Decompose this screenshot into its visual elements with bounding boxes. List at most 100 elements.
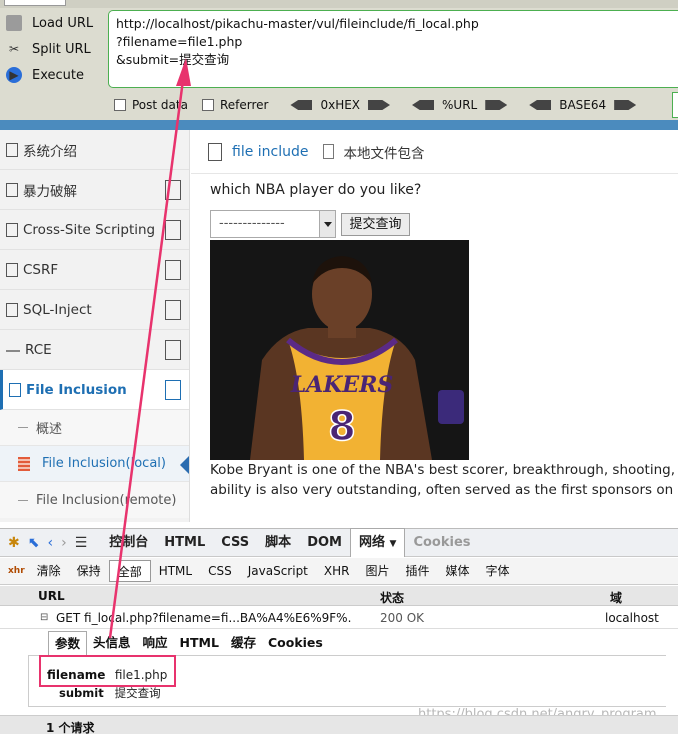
dash-icon <box>6 347 20 354</box>
param-row: submit 提交查询 <box>47 685 161 701</box>
url-decode-arrow-icon[interactable] <box>412 100 435 110</box>
filter-plugins[interactable]: 插件 <box>398 560 438 582</box>
subtab-cache[interactable]: 缓存 <box>225 631 262 655</box>
subtab-params[interactable]: 参数 <box>48 631 88 655</box>
hackbar-options: Post data Referrer 0xHEX %URL BASE64 <box>114 95 644 115</box>
firebug-toolbar: ✱ ⬉ ‹ › ☰ 控制台 HTML CSS 脚本 DOM 网络 ▼ Cooki… <box>0 528 678 557</box>
hackbar-select[interactable] <box>4 0 66 6</box>
document-icon <box>6 302 18 317</box>
sidebar-subitem-label: File Inclusion(local) <box>42 456 166 471</box>
split-url-button[interactable]: ✂ Split URL <box>6 36 106 62</box>
chevron-down-icon[interactable]: ▼ <box>390 539 397 549</box>
base64-encode-arrow-icon[interactable] <box>614 100 637 110</box>
sidebar-item-sqli[interactable]: SQL-Inject <box>0 290 189 330</box>
document-icon <box>6 222 18 237</box>
sidebar-item-file-inclusion[interactable]: File Inclusion <box>0 370 189 410</box>
tab-network[interactable]: 网络 ▼ <box>349 528 406 557</box>
sidebar-item-intro[interactable]: 系统介绍 <box>0 130 189 170</box>
post-data-label: Post data <box>132 98 188 112</box>
file-badge-icon <box>165 260 181 280</box>
filter-images[interactable]: 图片 <box>357 560 397 582</box>
question-label: which NBA player do you like? <box>210 182 422 198</box>
filter-all[interactable]: 全部 <box>108 560 151 582</box>
back-icon[interactable]: ‹ <box>47 535 53 551</box>
hackbar-side-field[interactable] <box>672 92 678 118</box>
firebug-panel: ✱ ⬉ ‹ › ☰ 控制台 HTML CSS 脚本 DOM 网络 ▼ Cooki… <box>0 528 678 734</box>
post-data-option[interactable]: Post data <box>114 98 188 112</box>
sidebar-item-label: Cross-Site Scripting <box>23 221 156 238</box>
inspect-icon[interactable]: ⬉ <box>28 535 40 551</box>
sidebar-item-csrf[interactable]: CSRF <box>0 250 189 290</box>
document-icon <box>322 144 334 159</box>
command-line-icon[interactable]: ☰ <box>75 535 88 551</box>
tab-script[interactable]: 脚本 <box>257 529 299 557</box>
clear-button[interactable]: 清除 <box>29 560 69 582</box>
hackbar-actions: Load URL ✂ Split URL ▶ Execute <box>6 10 106 88</box>
request-detail-tabs: 参数 头信息 响应 HTML 缓存 Cookies <box>48 631 329 655</box>
column-url[interactable]: URL <box>38 589 65 603</box>
referrer-option[interactable]: Referrer <box>201 98 268 112</box>
document-icon <box>6 262 18 277</box>
tab-html[interactable]: HTML <box>156 529 213 557</box>
tab-css[interactable]: CSS <box>213 529 257 557</box>
current-page-icon <box>18 456 30 471</box>
tab-network-label: 网络 <box>358 535 385 550</box>
sidebar-item-label: CSRF <box>23 261 59 278</box>
chevron-down-icon[interactable] <box>319 211 335 237</box>
request-table-header: URL 状态 域 <box>0 586 678 606</box>
collapse-icon[interactable]: ⊟ <box>40 612 48 623</box>
subtab-cookies[interactable]: Cookies <box>262 631 329 655</box>
tab-cookies[interactable]: Cookies <box>405 529 478 557</box>
sidebar-item-bruteforce[interactable]: 暴力破解 <box>0 170 189 210</box>
sidebar-subitem-remote[interactable]: File Inclusion(remote) <box>0 482 189 518</box>
document-icon <box>9 382 21 397</box>
tab-dom[interactable]: DOM <box>299 529 350 557</box>
tab-console[interactable]: 控制台 <box>101 529 156 557</box>
column-status[interactable]: 状态 <box>380 589 404 606</box>
execute-button[interactable]: ▶ Execute <box>6 62 106 88</box>
player-select-value: -------------- <box>219 216 285 231</box>
post-data-checkbox[interactable] <box>114 99 126 111</box>
request-count: 1 个请求 <box>46 721 95 734</box>
load-url-button[interactable]: Load URL <box>6 10 106 36</box>
request-domain: localhost <box>605 611 659 625</box>
filter-javascript[interactable]: JavaScript <box>240 560 316 582</box>
xhr-icon: xhr <box>8 566 25 576</box>
document-icon <box>6 182 18 197</box>
persist-button[interactable]: 保持 <box>69 560 109 582</box>
url-encode-arrow-icon[interactable] <box>485 100 508 110</box>
table-row[interactable]: ⊟ GET fi_local.php?filename=fi...BA%A4%E… <box>0 607 678 629</box>
breadcrumb-link[interactable]: file include <box>232 144 309 160</box>
request-summary-bar: 1 个请求 <box>0 715 678 734</box>
filter-fonts[interactable]: 字体 <box>478 560 518 582</box>
player-photo: LAKERS 8 <box>210 240 469 460</box>
highlight-box <box>39 655 176 687</box>
subtab-html[interactable]: HTML <box>174 631 225 655</box>
player-photo-illustration: LAKERS 8 <box>210 240 469 460</box>
sidebar-subitem-overview[interactable]: 概述 <box>0 410 189 446</box>
filter-html[interactable]: HTML <box>151 560 200 582</box>
filter-media[interactable]: 媒体 <box>438 560 478 582</box>
referrer-checkbox[interactable] <box>201 99 214 111</box>
forward-icon[interactable]: › <box>61 535 67 551</box>
base64-decode-arrow-icon[interactable] <box>529 100 552 110</box>
sidebar-item-label: File Inclusion <box>26 381 127 398</box>
sidebar-item-rce[interactable]: RCE <box>0 330 189 370</box>
column-domain[interactable]: 域 <box>610 589 622 606</box>
hex-encode-arrow-icon[interactable] <box>368 100 391 110</box>
player-select[interactable]: -------------- <box>210 210 336 238</box>
subtab-response[interactable]: 响应 <box>137 631 174 655</box>
firebug-bug-icon[interactable]: ✱ <box>8 535 20 551</box>
hackbar-top-strip <box>0 0 678 8</box>
filter-css[interactable]: CSS <box>200 560 240 582</box>
sidebar-subitem-local[interactable]: File Inclusion(local) <box>0 446 189 482</box>
hex-decode-arrow-icon[interactable] <box>290 100 313 110</box>
submit-query-button[interactable]: 提交查询 <box>341 213 410 236</box>
hackbar-url-textarea[interactable]: http://localhost/pikachu-master/vul/file… <box>108 10 678 88</box>
sidebar-item-xss[interactable]: Cross-Site Scripting <box>0 210 189 250</box>
filter-xhr[interactable]: XHR <box>316 560 358 582</box>
subtab-headers[interactable]: 头信息 <box>87 631 137 655</box>
request-status: 200 OK <box>380 611 425 625</box>
file-badge-icon <box>165 340 181 360</box>
player-description: Kobe Bryant is one of the NBA's best sco… <box>210 460 678 500</box>
